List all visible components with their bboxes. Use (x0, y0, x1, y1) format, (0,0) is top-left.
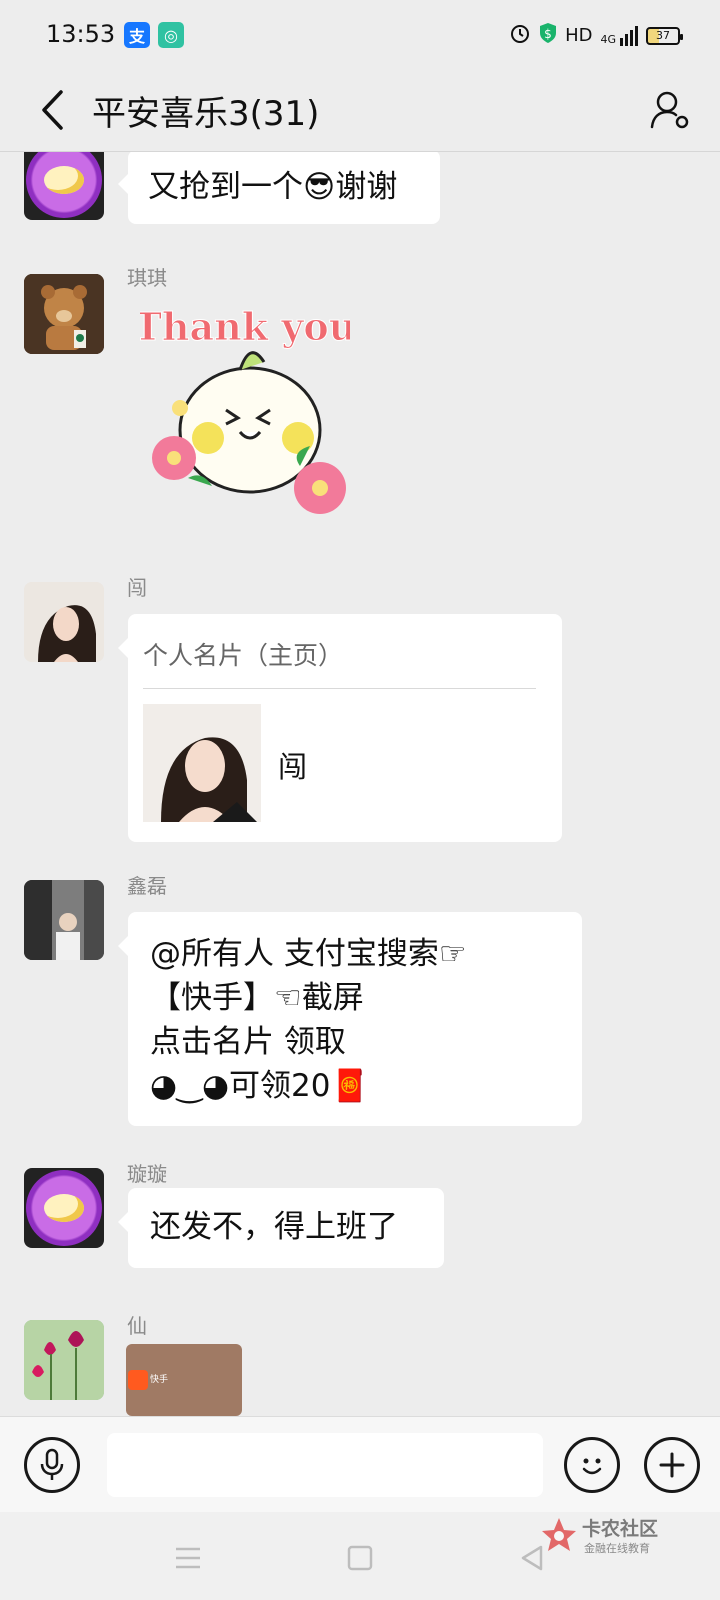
microphone-icon (40, 1448, 64, 1480)
status-indicators: $ HD 4G 37 (509, 22, 683, 49)
message-item: 琪琪 Thank you (0, 260, 720, 560)
message-line: ◕‿◕可领20🧧 (150, 1068, 370, 1104)
contact-card[interactable]: 个人名片（主页） 闯 (118, 614, 562, 842)
watermark: 卡农社区 金融在线教育 (540, 1510, 700, 1558)
sender-name: 仙 (127, 1314, 147, 1338)
chat-header: 平安喜乐3(31) (0, 70, 720, 152)
chat-title: 平安喜乐3(31) (92, 94, 320, 134)
input-bar (0, 1416, 720, 1512)
avatar[interactable] (24, 1320, 104, 1400)
kuaishou-icon (128, 1370, 148, 1390)
avatar[interactable] (24, 582, 104, 662)
card-name: 闯 (278, 750, 308, 784)
alarm-icon (509, 22, 531, 49)
message-bubble[interactable]: 还发不，得上班了 (118, 1188, 444, 1268)
menu-icon (176, 1547, 200, 1569)
watermark-title: 卡农社区 (582, 1518, 659, 1540)
status-time: 13:53 (46, 20, 116, 48)
card-avatar (143, 704, 261, 822)
signal-label: 4G (600, 32, 616, 46)
sticker[interactable]: Thank you (133, 298, 357, 528)
watermark-subtitle: 金融在线教育 (584, 1542, 650, 1555)
message-item: 璇璇 还发不，得上班了 (0, 1156, 720, 1286)
message-bubble[interactable]: 又抢到一个😎谢谢 (118, 152, 440, 224)
alipay-icon: 支 (124, 22, 150, 48)
plus-icon (659, 1452, 685, 1478)
sticker-text: Thank you (140, 304, 350, 349)
message-item: 仙 快手 (0, 1308, 720, 1416)
group-info-button[interactable] (642, 82, 698, 138)
home-square-icon (347, 1545, 373, 1571)
sender-name: 鑫磊 (127, 874, 167, 898)
battery-icon: 37 (646, 26, 683, 45)
watermark-logo (542, 1518, 576, 1551)
app-notification-icon: ◎ (158, 22, 184, 48)
card-title: 个人名片（主页） (143, 641, 344, 670)
home-nav-button[interactable] (342, 1540, 378, 1576)
message-line: 【快手】☜截屏 (150, 980, 364, 1016)
message-line: 点击名片 领取 (150, 1024, 346, 1060)
signal-icon: 4G (600, 25, 638, 46)
avatar[interactable] (24, 1168, 104, 1248)
more-button[interactable] (644, 1437, 700, 1493)
video-preview[interactable]: 快手 (126, 1344, 242, 1416)
message-text: 又抢到一个😎谢谢 (148, 169, 398, 205)
back-arrow-icon (42, 90, 63, 130)
shield-icon: $ (539, 22, 557, 49)
message-item: 闯 个人名片（主页） 闯 (0, 570, 720, 870)
message-input[interactable] (107, 1433, 543, 1497)
message-item: 鑫磊 @所有人 支付宝搜索☞ 【快手】☜截屏 点击名片 领取 ◕‿◕可领20🧧 (0, 868, 720, 1138)
sender-name: 琪琪 (127, 266, 167, 290)
status-bar: 13:53 支 ◎ $ HD 4G 37 (0, 0, 720, 70)
avatar[interactable] (24, 274, 104, 354)
message-bubble[interactable]: @所有人 支付宝搜索☞ 【快手】☜截屏 点击名片 领取 ◕‿◕可领20🧧 (118, 912, 582, 1126)
chat-messages[interactable]: 又抢到一个😎谢谢 琪琪 Thank you 闯 个人名片（主页） 闯 鑫磊 @所… (0, 152, 720, 1416)
menu-nav-button[interactable] (170, 1540, 206, 1576)
back-button[interactable] (28, 82, 78, 138)
avatar[interactable] (24, 880, 104, 960)
sender-name: 闯 (127, 576, 147, 600)
battery-level: 37 (656, 29, 670, 42)
preview-text: 快手 (150, 1375, 169, 1385)
avatar[interactable] (24, 152, 104, 220)
svg-text:$: $ (544, 27, 552, 41)
message-line: @所有人 支付宝搜索☞ (150, 936, 467, 972)
message-item: 又抢到一个😎谢谢 (0, 152, 720, 232)
emoji-button[interactable] (564, 1437, 620, 1493)
network-label: HD (565, 25, 593, 46)
message-text: 还发不，得上班了 (150, 1209, 398, 1245)
sender-name: 璇璇 (127, 1162, 167, 1186)
card-divider (143, 688, 536, 689)
voice-button[interactable] (24, 1437, 80, 1493)
person-icon (650, 91, 689, 129)
smiley-icon (582, 1458, 602, 1475)
